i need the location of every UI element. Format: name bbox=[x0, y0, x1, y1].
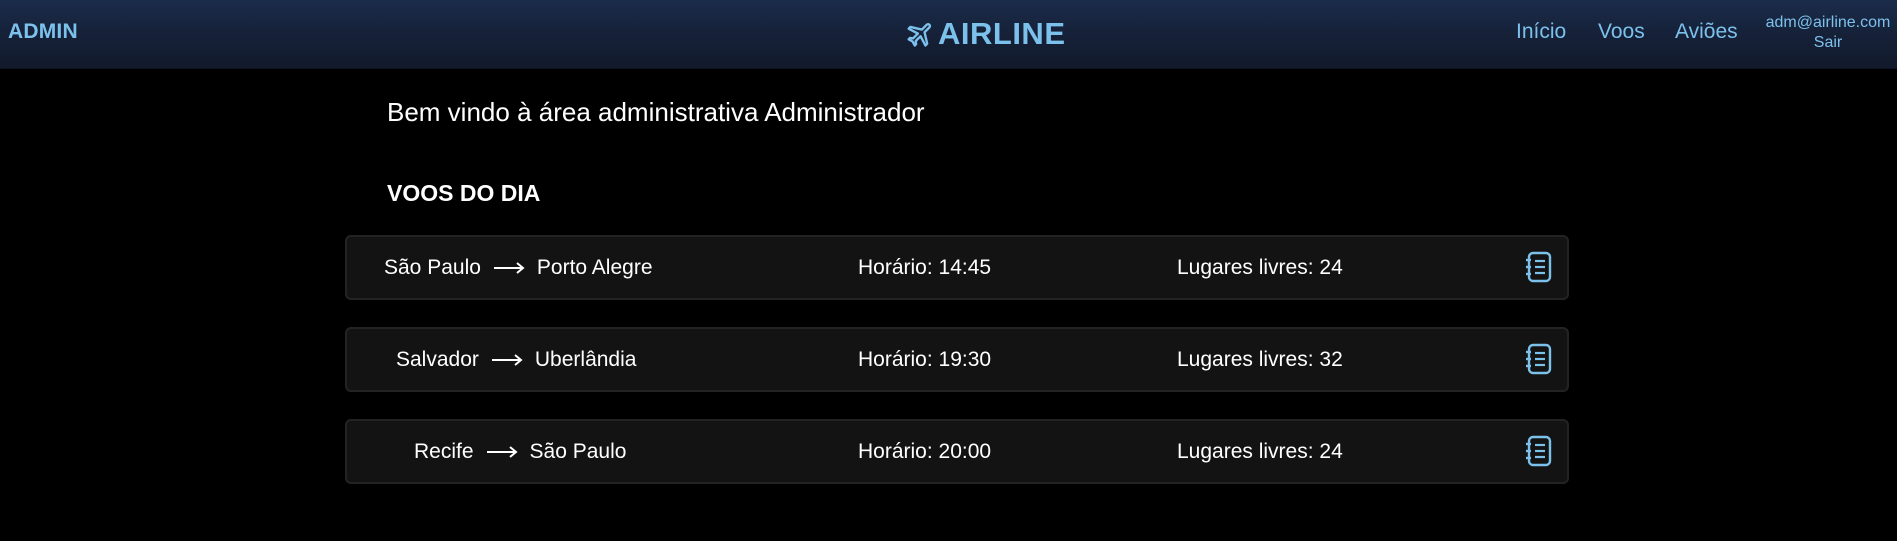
flight-destination: Uberlândia bbox=[534, 347, 637, 371]
flight-route: São Paulo Porto Alegre bbox=[384, 237, 653, 298]
nav-planes-link[interactable]: Aviões bbox=[1675, 20, 1738, 44]
notebook-icon[interactable] bbox=[1524, 251, 1554, 283]
flight-card[interactable]: Recife São Paulo Horário: 20:00 Lugares … bbox=[345, 419, 1569, 484]
flight-route: Salvador Uberlândia bbox=[396, 329, 636, 390]
airline-logo[interactable]: AIRLINE bbox=[906, 14, 1066, 54]
flight-origin: Recife bbox=[414, 439, 474, 463]
nav-home-link[interactable]: Início bbox=[1516, 20, 1566, 44]
nav-flights-link[interactable]: Voos bbox=[1598, 20, 1645, 44]
notebook-icon[interactable] bbox=[1524, 343, 1554, 375]
flight-card[interactable]: São Paulo Porto Alegre Horário: 14:45 Lu… bbox=[345, 235, 1569, 300]
user-menu: adm@airline.com Sair bbox=[1764, 13, 1892, 53]
flight-time: Horário: 14:45 bbox=[858, 255, 992, 279]
flight-time: Horário: 20:00 bbox=[858, 439, 992, 463]
flight-seats: Lugares livres: 24 bbox=[1177, 439, 1343, 463]
arrow-right-icon bbox=[486, 445, 518, 458]
notebook-icon[interactable] bbox=[1524, 435, 1554, 467]
flight-origin: São Paulo bbox=[384, 255, 481, 279]
logout-link[interactable]: Sair bbox=[1764, 33, 1892, 53]
plane-icon bbox=[907, 22, 932, 47]
top-navbar: ADMIN AIRLINE Início Voos Aviões adm@air… bbox=[0, 0, 1897, 69]
flight-destination: Porto Alegre bbox=[536, 255, 653, 279]
logo-text: AIRLINE bbox=[938, 16, 1066, 51]
flight-destination: São Paulo bbox=[529, 439, 627, 463]
flight-time: Horário: 19:30 bbox=[858, 347, 992, 371]
welcome-message: Bem vindo à área administrativa Administ… bbox=[387, 97, 925, 127]
user-email: adm@airline.com bbox=[1765, 14, 1891, 31]
flight-card[interactable]: Salvador Uberlândia Horário: 19:30 Lugar… bbox=[345, 327, 1569, 392]
flight-route: Recife São Paulo bbox=[414, 421, 626, 482]
flight-seats: Lugares livres: 32 bbox=[1177, 347, 1343, 371]
admin-home-link[interactable]: ADMIN bbox=[8, 20, 78, 44]
arrow-right-icon bbox=[491, 353, 523, 366]
section-title: VOOS DO DIA bbox=[387, 180, 541, 206]
flight-seats: Lugares livres: 24 bbox=[1177, 255, 1343, 279]
flight-origin: Salvador bbox=[396, 347, 479, 371]
arrow-right-icon bbox=[493, 261, 525, 274]
